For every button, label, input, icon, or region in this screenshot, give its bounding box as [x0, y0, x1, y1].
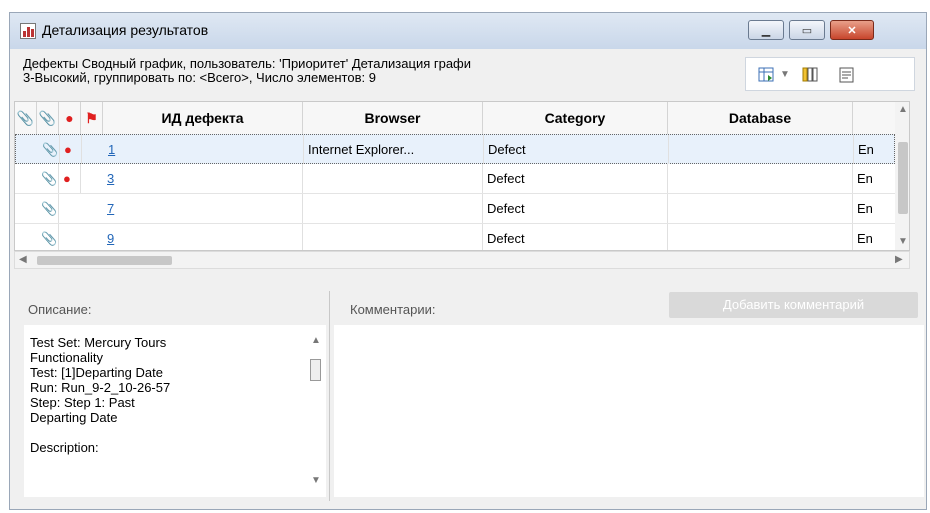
cell-database	[668, 194, 853, 223]
summary-line-2: 3-Высокий, группировать по: <Всего>, Чис…	[23, 70, 376, 85]
cell-extra: En	[857, 171, 873, 186]
attachment-icon: 📎	[38, 135, 60, 164]
cell-extra: En	[857, 231, 873, 246]
grid-horizontal-scrollbar[interactable]: ◀ ▶	[14, 251, 910, 269]
cell-category: Defect	[483, 164, 668, 193]
scroll-up-icon[interactable]: ▲	[311, 335, 321, 346]
header-flag-icon[interactable]: ⚑	[81, 102, 103, 134]
table-row[interactable]: 📎 9 Defect En	[15, 224, 895, 250]
title-bar[interactable]: Детализация результатов ▁ ▭ ✕	[10, 13, 926, 49]
column-header-more[interactable]	[853, 102, 895, 134]
table-row[interactable]: 📎 ● 3 Defect En	[15, 164, 895, 194]
defect-id-link[interactable]: 7	[107, 201, 114, 216]
description-line: Departing Date	[30, 410, 118, 425]
grid-vertical-scrollbar[interactable]: ▲ ▼	[895, 102, 909, 250]
cell-category: Defect	[483, 224, 668, 250]
cell-browser	[303, 224, 483, 250]
description-blank-line	[30, 425, 290, 440]
dropdown-arrow-icon[interactable]: ▼	[780, 69, 790, 80]
table-row[interactable]: 📎 ● 1 Internet Explorer... Defect En	[15, 134, 895, 164]
close-icon: ✕	[847, 24, 857, 37]
table-row[interactable]: 📎 7 Defect En	[15, 194, 895, 224]
cell-browser	[303, 164, 483, 193]
column-header-database[interactable]: Database	[668, 102, 853, 134]
minimize-icon: ▁	[761, 24, 771, 37]
maximize-icon: ▭	[801, 24, 813, 37]
column-chooser-icon[interactable]	[802, 66, 820, 84]
summary-text: Дефекты Сводный график, пользователь: 'П…	[23, 57, 738, 85]
description-line: Step: Step 1: Past	[30, 395, 135, 410]
select-columns-icon[interactable]	[758, 66, 776, 84]
filter-icon[interactable]	[838, 66, 856, 84]
comments-label: Комментарии:	[350, 302, 436, 317]
header-attachment-icon[interactable]: 📎	[15, 102, 37, 134]
cell-database	[668, 224, 853, 250]
cell-category: Defect	[484, 135, 669, 164]
description-text: Test Set: Mercury Tours Functionality Te…	[30, 335, 290, 455]
chart-app-icon	[20, 23, 36, 39]
cell-browser: Internet Explorer...	[304, 135, 484, 164]
attachment-icon: 📎	[37, 164, 59, 193]
column-header-defect-id[interactable]: ИД дефекта	[103, 102, 303, 134]
column-header-category[interactable]: Category	[483, 102, 668, 134]
cell-database	[668, 164, 853, 193]
description-scroll-thumb[interactable]	[310, 359, 321, 381]
grid-header: 📎 📎 ● ⚑ ИД дефекта Browser Category Data…	[15, 102, 895, 135]
scroll-right-icon[interactable]: ▶	[895, 254, 903, 265]
description-line: Test: [1]Departing Date	[30, 365, 163, 380]
description-scrollbar[interactable]: ▲ ▼	[308, 335, 324, 487]
cell-browser	[303, 194, 483, 223]
header-alert-icon[interactable]: ●	[59, 102, 81, 134]
description-panel[interactable]: Test Set: Mercury Tours Functionality Te…	[24, 325, 326, 497]
cell-extra: En	[857, 201, 873, 216]
alert-icon: ●	[60, 135, 82, 164]
add-comment-button[interactable]: Добавить комментарий	[669, 292, 918, 318]
header-clip-icon[interactable]: 📎	[37, 102, 59, 134]
maximize-button[interactable]: ▭	[789, 20, 825, 40]
vertical-scroll-thumb[interactable]	[898, 142, 908, 214]
defect-id-link[interactable]: 3	[107, 171, 114, 186]
cell-extra: En	[858, 142, 874, 157]
scroll-up-icon[interactable]: ▲	[898, 104, 908, 115]
defect-id-link[interactable]: 1	[108, 142, 115, 157]
scroll-left-icon[interactable]: ◀	[19, 254, 27, 265]
horizontal-scroll-thumb[interactable]	[37, 256, 172, 265]
minimize-button[interactable]: ▁	[748, 20, 784, 40]
attachment-icon: 📎	[37, 194, 59, 223]
close-button[interactable]: ✕	[830, 20, 874, 40]
window-title: Детализация результатов	[42, 22, 209, 38]
description-line: Functionality	[30, 350, 103, 365]
description-line: Run: Run_9-2_10-26-57	[30, 380, 171, 395]
scroll-down-icon[interactable]: ▼	[311, 475, 321, 486]
attachment-icon: 📎	[37, 224, 59, 250]
cell-database	[669, 135, 854, 164]
summary-line-1: Дефекты Сводный график, пользователь: 'П…	[23, 56, 472, 71]
cell-category: Defect	[483, 194, 668, 223]
panel-splitter[interactable]	[329, 291, 330, 501]
defect-id-link[interactable]: 9	[107, 231, 114, 246]
grid-toolbar: ▼	[745, 57, 915, 91]
defects-grid[interactable]: 📎 📎 ● ⚑ ИД дефекта Browser Category Data…	[14, 101, 910, 251]
description-line: Test Set: Mercury Tours	[30, 335, 167, 350]
description-label: Описание:	[28, 302, 92, 317]
description-line: Description:	[30, 440, 99, 455]
comments-panel[interactable]	[334, 325, 924, 497]
scroll-down-icon[interactable]: ▼	[898, 236, 908, 247]
alert-icon: ●	[59, 164, 81, 193]
column-header-browser[interactable]: Browser	[303, 102, 483, 134]
